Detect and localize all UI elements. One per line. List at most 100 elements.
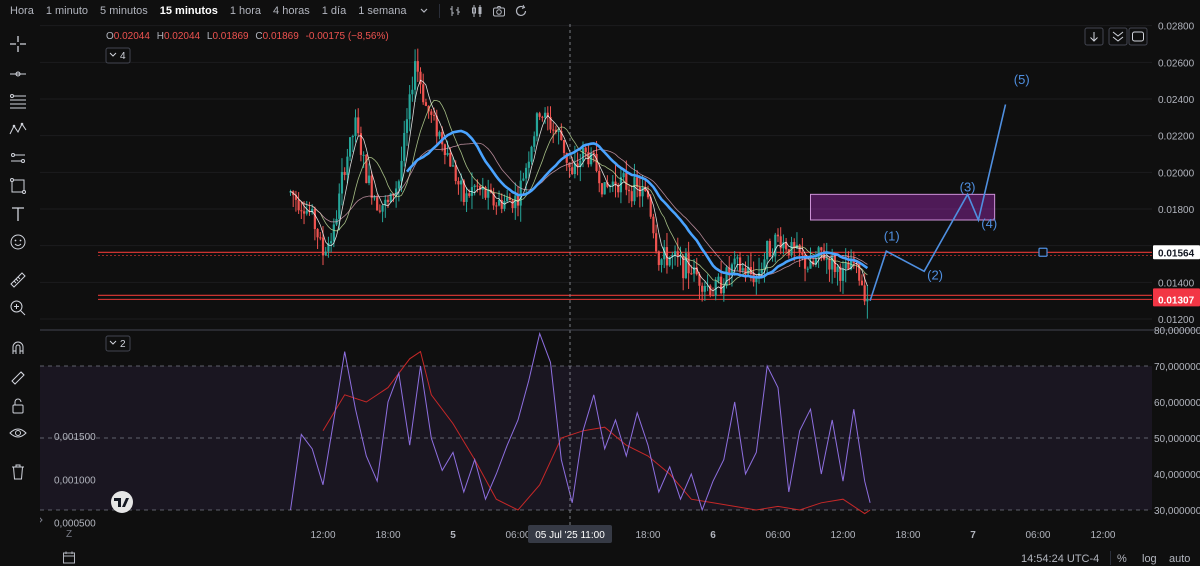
candle-body bbox=[528, 162, 530, 168]
candle-body bbox=[533, 136, 535, 147]
candle-body bbox=[763, 259, 765, 269]
magnet-icon[interactable] bbox=[6, 336, 30, 360]
candle-body bbox=[514, 195, 516, 208]
candle-body bbox=[306, 211, 308, 214]
timezone-label[interactable]: 14:54:24 UTC-4 bbox=[1021, 553, 1099, 565]
candle-body bbox=[612, 182, 614, 186]
indicator-toggle-sub[interactable]: 2 bbox=[106, 336, 130, 351]
auto-toggle[interactable]: auto bbox=[1169, 553, 1190, 565]
price-tick: 0.02800 bbox=[1158, 22, 1195, 33]
price-tick: 0.02400 bbox=[1158, 95, 1195, 106]
time-tick: 5 bbox=[450, 530, 456, 541]
indicator-tick-right: 50,000000 bbox=[1154, 434, 1200, 445]
candle-body bbox=[330, 241, 332, 243]
candle-body bbox=[511, 200, 513, 208]
collapse-icon[interactable] bbox=[1109, 28, 1127, 45]
zoom-icon[interactable] bbox=[6, 296, 30, 320]
rectangle-icon[interactable] bbox=[6, 174, 30, 198]
grid bbox=[40, 26, 1152, 319]
crosshair-icon[interactable] bbox=[6, 32, 30, 56]
price-axis[interactable]: 0.028000.026000.024000.022000.020000.018… bbox=[1153, 22, 1200, 326]
target-zone[interactable] bbox=[810, 194, 994, 220]
calendar-icon[interactable] bbox=[62, 550, 76, 564]
replay-icon[interactable] bbox=[510, 0, 532, 22]
candle-body bbox=[845, 262, 847, 268]
percent-toggle[interactable]: % bbox=[1117, 553, 1127, 565]
candle-body bbox=[826, 259, 828, 260]
candles bbox=[289, 49, 868, 319]
candle-body bbox=[376, 197, 378, 210]
time-tick: 18:00 bbox=[895, 530, 920, 541]
measure-icon[interactable] bbox=[6, 146, 30, 170]
candle-body bbox=[769, 241, 771, 257]
candle-body bbox=[631, 191, 633, 201]
interval-hora[interactable]: Hora bbox=[4, 0, 40, 22]
candle-body bbox=[766, 241, 768, 259]
horizontal-levels[interactable] bbox=[98, 248, 1152, 299]
high-value: 0.02044 bbox=[164, 31, 201, 42]
reset-zoom-label[interactable]: Z bbox=[66, 529, 72, 540]
trend-line-icon[interactable] bbox=[6, 62, 30, 86]
close-label: C bbox=[255, 31, 262, 42]
candle-body bbox=[333, 224, 335, 241]
lock-icon[interactable] bbox=[6, 394, 30, 418]
interval-1-day[interactable]: 1 día bbox=[316, 0, 352, 22]
interval-15-minutes[interactable]: 15 minutos bbox=[154, 0, 224, 22]
interval-1-hour[interactable]: 1 hora bbox=[224, 0, 267, 22]
candle-body bbox=[357, 117, 359, 133]
candle-body bbox=[598, 171, 600, 183]
candle-body bbox=[658, 251, 660, 265]
candle-body bbox=[371, 176, 373, 198]
elliott-wave[interactable]: (1)(2)(3)(4)(5) bbox=[870, 72, 1030, 301]
indicator-count-sub: 2 bbox=[120, 339, 126, 350]
candle-body bbox=[604, 182, 606, 194]
price-tick: 0.02200 bbox=[1158, 132, 1195, 143]
candle-body bbox=[571, 167, 573, 174]
candle-body bbox=[316, 229, 318, 237]
crosshair-time-label: 05 Jul '25 11:00 bbox=[535, 530, 605, 541]
maximize-icon[interactable] bbox=[1129, 28, 1147, 45]
fib-icon[interactable] bbox=[6, 89, 30, 113]
chevron-down-icon[interactable] bbox=[413, 0, 435, 22]
camera-icon[interactable] bbox=[488, 0, 510, 22]
candle-body bbox=[655, 233, 657, 251]
change-value: -0.00175 (−8,56%) bbox=[306, 31, 389, 42]
candle-body bbox=[474, 186, 476, 188]
candle-body bbox=[498, 200, 500, 206]
emoji-icon[interactable] bbox=[6, 230, 30, 254]
candle-body bbox=[739, 257, 741, 270]
eye-icon[interactable] bbox=[6, 421, 30, 445]
lock-drawing-icon[interactable] bbox=[6, 366, 30, 390]
candle-body bbox=[449, 153, 451, 167]
price-label: 0.01564 bbox=[1158, 248, 1195, 259]
wave-label: (1) bbox=[884, 228, 900, 243]
arrow-down-icon[interactable] bbox=[1085, 28, 1103, 45]
indicator-toggle-main[interactable]: 4 bbox=[106, 48, 130, 63]
chevron-left-icon[interactable] bbox=[40, 516, 42, 524]
candle-body bbox=[422, 84, 424, 102]
candle-body bbox=[319, 237, 321, 238]
candle-body bbox=[520, 181, 522, 206]
trash-icon[interactable] bbox=[6, 460, 30, 484]
log-toggle[interactable]: log bbox=[1142, 553, 1157, 565]
pattern-icon[interactable] bbox=[6, 117, 30, 141]
candle-style-icon[interactable] bbox=[466, 0, 488, 22]
candle-body bbox=[400, 161, 402, 181]
price-label: 0.01307 bbox=[1158, 295, 1195, 306]
interval-4-hours[interactable]: 4 horas bbox=[267, 0, 316, 22]
interval-1-minute[interactable]: 1 minuto bbox=[40, 0, 94, 22]
interval-5-minutes[interactable]: 5 minutos bbox=[94, 0, 154, 22]
candle-body bbox=[736, 257, 738, 258]
low-value: 0.01869 bbox=[212, 31, 249, 42]
candle-body bbox=[444, 144, 446, 155]
ruler-icon[interactable] bbox=[6, 268, 30, 292]
indicator-count-main: 4 bbox=[120, 51, 126, 62]
indicator-tick-left: 0,000500 bbox=[54, 519, 96, 530]
time-axis[interactable]: 12:0018:00506:0018:00606:0012:0018:00706… bbox=[310, 525, 1115, 543]
chart-canvas[interactable]: (1)(2)(3)(4)(5) O0.02044 H0.02044 L0.018… bbox=[40, 22, 1200, 566]
text-icon[interactable] bbox=[6, 202, 30, 226]
candle-body bbox=[300, 210, 302, 211]
candle-body bbox=[541, 117, 543, 118]
interval-1-week[interactable]: 1 semana bbox=[352, 0, 412, 22]
bar-style-icon[interactable] bbox=[444, 0, 466, 22]
